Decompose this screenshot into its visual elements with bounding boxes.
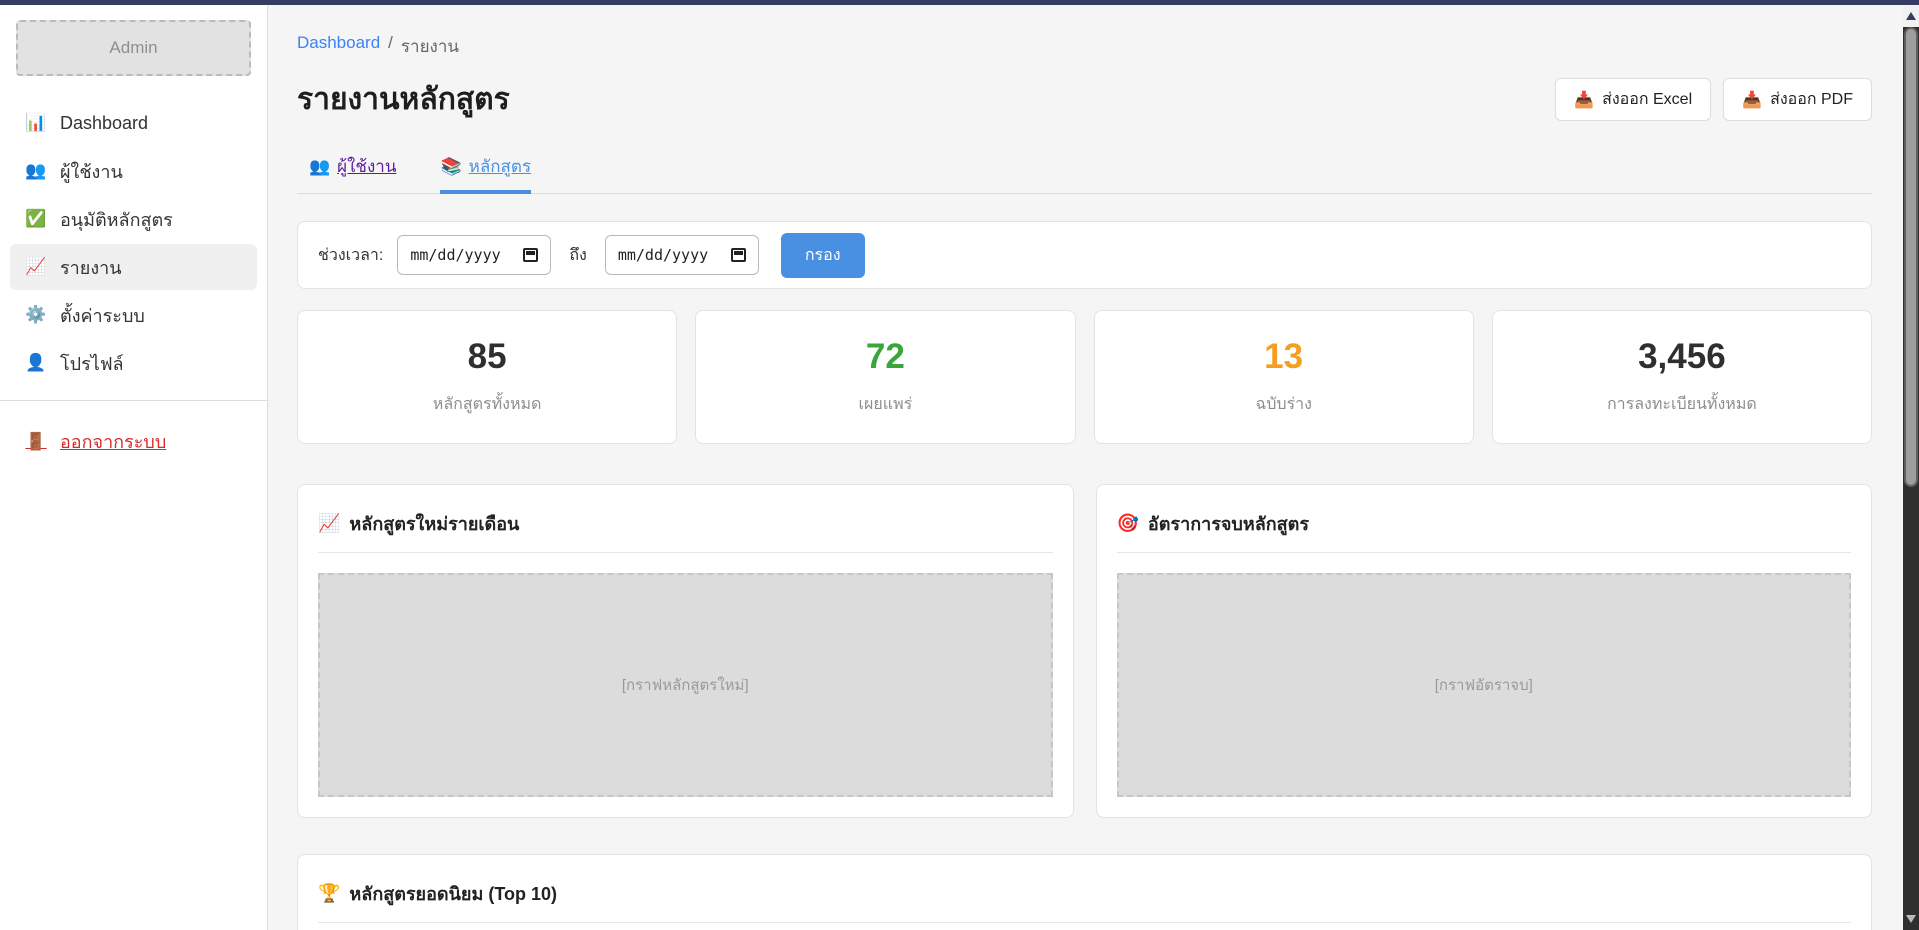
tab-courses-label: หลักสูตร [469,153,531,180]
bar-chart-icon: 📊 [24,113,48,133]
logout-link[interactable]: 🚪 ออกจากระบบ [10,417,257,466]
report-tabs: 👥 ผู้ใช้งาน 📚 หลักสูตร [297,153,1872,194]
stat-label: ฉบับร่าง [1255,392,1312,417]
page-title: รายงานหลักสูตร [297,76,510,123]
check-icon: ✅ [24,209,48,229]
tab-users-label: ผู้ใช้งาน [337,153,396,180]
trend-chart-icon: 📈 [318,513,340,534]
users-icon: 👥 [24,161,48,181]
date-range-label: ช่วงเวลา: [318,243,383,268]
sidebar-item-label: Dashboard [60,113,148,134]
export-excel-button[interactable]: 📥 ส่งออก Excel [1555,78,1711,121]
scrollbar-up-zone[interactable] [1903,5,1919,27]
completion-rate-chart-placeholder: [กราฟอัตราจบ] [1117,573,1852,797]
gear-icon: ⚙️ [24,305,48,325]
filter-button[interactable]: กรอง [781,233,865,278]
completion-rate-chart-panel: 🎯 อัตราการจบหลักสูตร [กราฟอัตราจบ] [1096,484,1873,818]
door-icon: 🚪 [24,432,48,452]
chart-title: หลักสูตรใหม่รายเดือน [349,509,519,538]
scroll-down-arrow-icon [1906,915,1916,923]
sidebar-item-users[interactable]: 👥 ผู้ใช้งาน [10,148,257,194]
target-icon: 🎯 [1117,513,1139,534]
admin-logo-text: Admin [109,38,157,58]
trophy-icon: 🏆 [318,883,340,904]
sidebar-item-label: โปรไฟล์ [60,349,124,378]
export-excel-label: ส่งออก Excel [1602,87,1692,112]
stat-value: 85 [468,337,507,377]
tab-users[interactable]: 👥 ผู้ใช้งาน [309,153,396,194]
export-pdf-button[interactable]: 📥 ส่งออก PDF [1723,78,1872,121]
sidebar-item-profile[interactable]: 👤 โปรไฟล์ [10,340,257,386]
stat-value: 13 [1264,337,1303,377]
sidebar-divider [0,400,267,401]
sidebar-item-dashboard[interactable]: 📊 Dashboard [10,100,257,146]
stat-card-drafts: 13 ฉบับร่าง [1094,310,1474,444]
stat-value: 72 [866,337,905,377]
stat-card-published: 72 เผยแพร่ [695,310,1075,444]
chart-title: อัตราการจบหลักสูตร [1148,509,1309,538]
tab-courses[interactable]: 📚 หลักสูตร [440,153,531,194]
placeholder-text: [กราฟหลักสูตรใหม่] [622,673,749,697]
scrollbar-down-zone[interactable] [1903,910,1919,928]
top-accent-bar [0,0,1919,5]
new-courses-chart-placeholder: [กราฟหลักสูตรใหม่] [318,573,1053,797]
popular-courses-panel: 🏆 หลักสูตรยอดนิยม (Top 10) [297,854,1872,930]
sidebar-item-label: อนุมัติหลักสูตร [60,205,173,234]
stat-value: 3,456 [1638,337,1726,377]
download-tray-icon: 📥 [1574,90,1594,110]
person-icon: 👤 [24,353,48,373]
date-to-placeholder: mm/dd/yyyy [618,246,708,264]
sidebar-nav: 📊 Dashboard 👥 ผู้ใช้งาน ✅ อนุมัติหลักสูต… [0,100,267,386]
books-icon: 📚 [440,157,461,177]
trend-chart-icon: 📈 [24,257,48,277]
users-icon: 👥 [309,157,330,177]
sidebar-item-system-settings[interactable]: ⚙️ ตั้งค่าระบบ [10,292,257,338]
new-courses-chart-panel: 📈 หลักสูตรใหม่รายเดือน [กราฟหลักสูตรใหม่… [297,484,1074,818]
export-pdf-label: ส่งออก PDF [1770,87,1853,112]
date-filter-bar: ช่วงเวลา: mm/dd/yyyy ถึง mm/dd/yyyy กรอง [297,221,1872,289]
calendar-icon[interactable] [523,248,538,262]
scroll-up-arrow-icon [1906,12,1916,20]
main-content: Dashboard / รายงาน รายงานหลักสูตร 📥 ส่งอ… [269,5,1903,930]
logout-label: ออกจากระบบ [60,427,166,456]
calendar-icon[interactable] [731,248,746,262]
sidebar-item-label: รายงาน [60,253,122,282]
sidebar-item-course-approval[interactable]: ✅ อนุมัติหลักสูตร [10,196,257,242]
sidebar-item-label: ตั้งค่าระบบ [60,301,145,330]
to-label: ถึง [569,243,587,268]
sidebar-item-reports[interactable]: 📈 รายงาน [10,244,257,290]
breadcrumb-current: รายงาน [401,33,459,60]
vertical-scrollbar[interactable] [1903,5,1919,930]
date-to-input[interactable]: mm/dd/yyyy [605,235,759,275]
stat-label: เผยแพร่ [859,392,913,417]
breadcrumb-separator: / [388,33,393,60]
sidebar-item-label: ผู้ใช้งาน [60,157,123,186]
stats-row: 85 หลักสูตรทั้งหมด 72 เผยแพร่ 13 ฉบับร่า… [297,310,1872,444]
breadcrumb-dashboard-link[interactable]: Dashboard [297,33,380,60]
charts-row: 📈 หลักสูตรใหม่รายเดือน [กราฟหลักสูตรใหม่… [297,484,1872,818]
stat-label: หลักสูตรทั้งหมด [433,392,542,417]
breadcrumb: Dashboard / รายงาน [297,33,1872,60]
date-from-placeholder: mm/dd/yyyy [410,246,500,264]
stat-label: การลงทะเบียนทั้งหมด [1607,392,1757,417]
stat-card-total-courses: 85 หลักสูตรทั้งหมด [297,310,677,444]
download-tray-icon: 📥 [1742,90,1762,110]
sidebar: Admin 📊 Dashboard 👥 ผู้ใช้งาน ✅ อนุมัติห… [0,5,268,930]
placeholder-text: [กราฟอัตราจบ] [1435,673,1533,697]
scrollbar-thumb[interactable] [1904,27,1918,487]
popular-courses-title: หลักสูตรยอดนิยม (Top 10) [349,879,557,908]
stat-card-total-enrollments: 3,456 การลงทะเบียนทั้งหมด [1492,310,1872,444]
date-from-input[interactable]: mm/dd/yyyy [397,235,551,275]
admin-logo-placeholder: Admin [16,20,251,76]
